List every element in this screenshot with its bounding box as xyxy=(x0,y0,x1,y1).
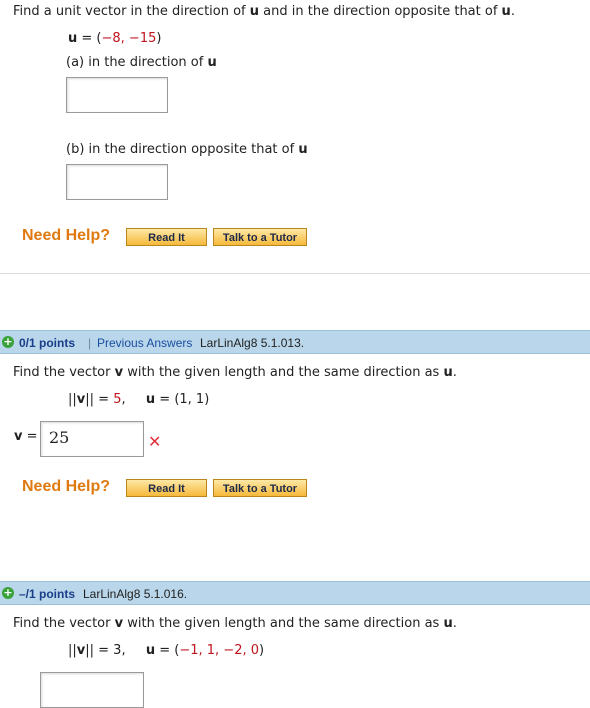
q1-part-b-label: (b) in the direction opposite that of u xyxy=(66,142,308,157)
q1-prompt-mid: and in the direction opposite that of xyxy=(259,4,502,19)
q2-given: ||v|| = 5, u = (1, 1) xyxy=(68,392,209,407)
q3-given: ||v|| = 3, u = (−1, 1, −2, 0) xyxy=(68,643,264,658)
q1-part-a-input[interactable] xyxy=(66,77,168,113)
q1-part-b-input[interactable] xyxy=(66,164,168,200)
q1-part-a-var: u xyxy=(207,55,217,70)
q1-prompt-var: u xyxy=(249,4,260,19)
q3-prompt: Find the vector v with the given length … xyxy=(13,616,457,631)
q2-separator: | xyxy=(88,336,92,350)
q2-need-help: Need Help? xyxy=(22,478,111,495)
q3-u-eq: = ( xyxy=(155,643,180,658)
q2-norm-open: || xyxy=(68,392,77,407)
q3-prompt-text: Find the vector xyxy=(13,616,115,631)
q2-prompt-var: v xyxy=(114,365,124,380)
q1-need-help: Need Help? xyxy=(22,227,111,244)
q1-talk-tutor-button[interactable]: Talk to a Tutor xyxy=(213,228,307,246)
q3-prompt-var2: u xyxy=(443,616,453,631)
q1-read-it-button[interactable]: Read It xyxy=(126,228,207,246)
q2-answer-label: v = xyxy=(14,429,38,444)
q2-points: 0/1 points xyxy=(19,336,76,350)
plus-icon[interactable]: + xyxy=(2,587,14,599)
q3-answer-input[interactable] xyxy=(40,672,144,708)
q3-u-var: u xyxy=(145,643,156,658)
q2-prompt-end: . xyxy=(452,365,457,380)
q3-norm-eq: = 3, xyxy=(94,643,126,658)
q2-norm-eq: = xyxy=(94,392,114,407)
q2-header-bar: + 0/1 points | Previous Answers LarLinAl… xyxy=(0,330,590,354)
q3-prompt-mid: with the given length and the same direc… xyxy=(123,616,444,631)
q2-u-eq: = (1, 1) xyxy=(155,392,210,407)
q2-talk-tutor-button[interactable]: Talk to a Tutor xyxy=(213,479,307,497)
q1-given-eq: = ( xyxy=(77,31,102,46)
q2-reference: LarLinAlg8 5.1.013. xyxy=(200,336,305,350)
q2-answer-input[interactable]: 25 xyxy=(40,421,144,457)
q2-answer-eq: = xyxy=(22,429,38,444)
q2-comma: , xyxy=(121,392,126,407)
q1-prompt-end: . xyxy=(510,4,515,19)
q3-u-values: −1, 1, −2, 0 xyxy=(179,643,260,658)
q2-norm-var: v xyxy=(76,392,86,407)
q1-given-var: u xyxy=(68,31,78,46)
q1-prompt-text: Find a unit vector in the direction of xyxy=(13,4,250,19)
q1-prompt-var2: u xyxy=(501,4,511,19)
q3-header-bar: + –/1 points LarLinAlg8 5.1.016. xyxy=(0,581,590,605)
q3-norm-var: v xyxy=(76,643,86,658)
q1-given-values: −8, −15 xyxy=(101,31,157,46)
plus-icon[interactable]: + xyxy=(2,336,14,348)
q2-prompt-text: Find the vector xyxy=(13,365,115,380)
q1-given-close: ) xyxy=(156,31,162,46)
x-mark-icon: ✕ xyxy=(148,432,162,451)
divider xyxy=(0,273,590,274)
q1-prompt: Find a unit vector in the direction of u… xyxy=(13,4,515,19)
q2-previous-answers-link[interactable]: Previous Answers xyxy=(97,336,192,350)
q2-read-it-button[interactable]: Read It xyxy=(126,479,207,497)
q1-given: u = (−8, −15) xyxy=(68,31,161,46)
q3-u-close: ) xyxy=(259,643,265,658)
q2-u-var: u xyxy=(145,392,156,407)
q3-prompt-var: v xyxy=(114,616,124,631)
q3-norm-open: || xyxy=(68,643,77,658)
q1-part-b-text: (b) in the direction opposite that of xyxy=(66,142,299,157)
q1-part-b-var: u xyxy=(298,142,308,157)
q1-part-a-text: (a) in the direction of xyxy=(66,55,208,70)
q2-prompt-var2: u xyxy=(443,365,453,380)
q3-reference: LarLinAlg8 5.1.016. xyxy=(83,587,188,601)
q3-prompt-end: . xyxy=(452,616,457,631)
q1-part-a-label: (a) in the direction of u xyxy=(66,55,217,70)
q2-answer-value: 25 xyxy=(49,428,70,447)
q3-norm-close: || xyxy=(85,643,95,658)
q2-norm-close: || xyxy=(85,392,95,407)
q2-prompt-mid: with the given length and the same direc… xyxy=(123,365,444,380)
q3-points: –/1 points xyxy=(19,587,76,601)
q2-prompt: Find the vector v with the given length … xyxy=(13,365,457,380)
